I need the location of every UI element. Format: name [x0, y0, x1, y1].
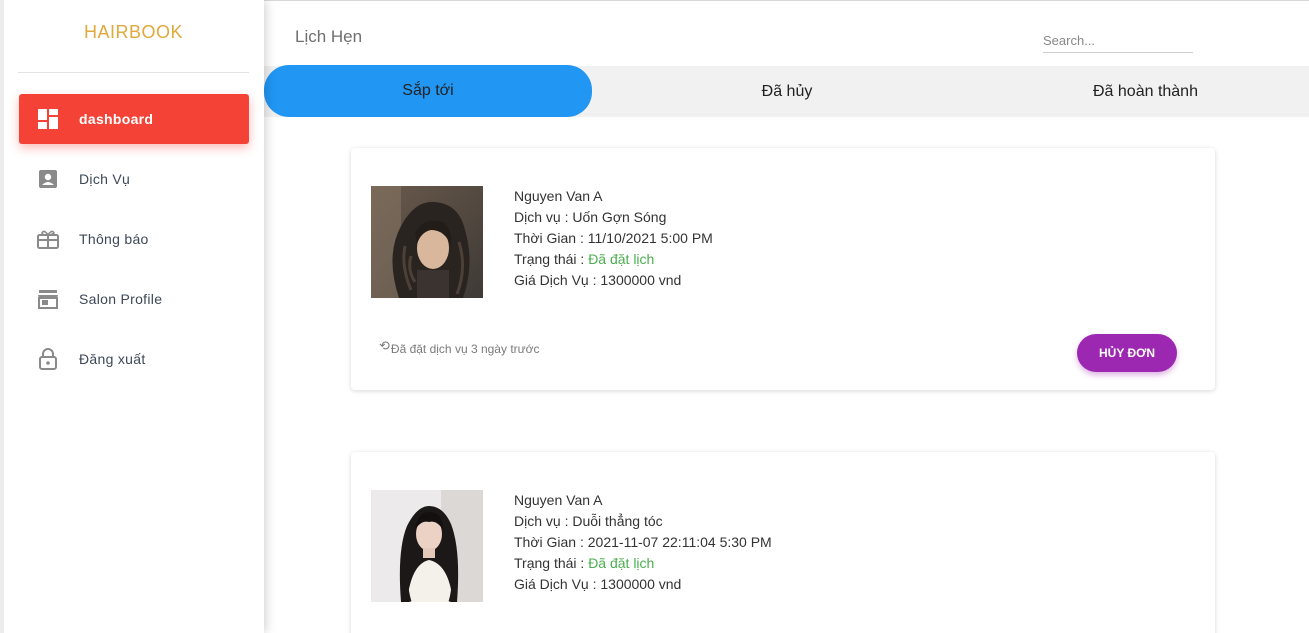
history-icon: ⟲: [379, 338, 390, 353]
cancel-appointment-button[interactable]: HỦY ĐƠN: [1077, 334, 1177, 372]
tab-cancelled[interactable]: Đã hủy: [592, 66, 982, 117]
price-line: Giá Dịch Vụ : 1300000 vnd: [514, 270, 713, 291]
sidebar-item-dashboard[interactable]: dashboard: [19, 94, 249, 144]
status-label: Trạng thái :: [514, 555, 589, 571]
time-label: Thời Gian :: [514, 230, 588, 246]
appointment-card: Nguyen Van A Dịch vụ : Duỗi thẳng tóc Th…: [351, 452, 1215, 633]
service-label: Dịch vụ :: [514, 513, 573, 529]
time-value: 2021-11-07 22:11:04 5:30 PM: [587, 534, 772, 550]
customer-name: Nguyen Van A: [514, 188, 603, 204]
gift-icon: [37, 228, 59, 250]
lock-icon: [37, 348, 59, 370]
appointment-card: Nguyen Van A Dịch vụ : Uốn Gợn Sóng Thời…: [351, 148, 1215, 390]
time-label: Thời Gian :: [514, 534, 588, 550]
search-input[interactable]: [1043, 29, 1193, 53]
appointment-details: Nguyen Van A Dịch vụ : Duỗi thẳng tóc Th…: [514, 490, 772, 595]
booked-time-ago: ⟲ Đã đặt dịch vụ 3 ngày trước: [379, 338, 540, 356]
brand-divider: [18, 72, 249, 73]
status-value: Đã đặt lịch: [588, 555, 655, 571]
hairstyle-photo: [371, 186, 483, 298]
sidebar: HAIRBOOK dashboard Dịch Vụ Thông báo Sal…: [0, 0, 264, 633]
service-line: Dịch vụ : Uốn Gợn Sóng: [514, 207, 713, 228]
sidebar-item-notifications[interactable]: Thông báo: [19, 214, 249, 264]
time-line: Thời Gian : 2021-11-07 22:11:04 5:30 PM: [514, 532, 772, 553]
sidebar-item-label: dashboard: [79, 111, 154, 127]
status-value: Đã đặt lịch: [588, 251, 655, 267]
price-line: Giá Dịch Vụ : 1300000 vnd: [514, 574, 772, 595]
store-icon: [37, 288, 59, 310]
service-label: Dịch vụ :: [514, 209, 573, 225]
price-label: Giá Dịch Vụ :: [514, 272, 601, 288]
price-label: Giá Dịch Vụ :: [514, 576, 601, 592]
brand-logo[interactable]: HAIRBOOK: [18, 22, 249, 43]
booked-ago-text: Đã đặt dịch vụ 3 ngày trước: [390, 342, 540, 356]
page-title: Lịch Hẹn: [295, 27, 363, 46]
sidebar-item-logout[interactable]: Đăng xuất: [19, 334, 249, 384]
sidebar-item-salon-profile[interactable]: Salon Profile: [19, 274, 249, 324]
time-value: 11/10/2021 5:00 PM: [587, 230, 713, 246]
customer-name: Nguyen Van A: [514, 492, 603, 508]
dashboard-icon: [37, 108, 59, 130]
status-line: Trạng thái : Đã đặt lịch: [514, 553, 772, 574]
hairstyle-photo: [371, 490, 483, 602]
appointment-details: Nguyen Van A Dịch vụ : Uốn Gợn Sóng Thời…: [514, 186, 713, 291]
time-line: Thời Gian : 11/10/2021 5:00 PM: [514, 228, 713, 249]
sidebar-item-label: Thông báo: [79, 231, 149, 247]
sidebar-edge: [0, 0, 4, 633]
service-value: Duỗi thẳng tóc: [572, 513, 663, 529]
price-value: 1300000 vnd: [600, 576, 682, 592]
price-value: 1300000 vnd: [600, 272, 682, 288]
status-label: Trạng thái :: [514, 251, 589, 267]
service-value: Uốn Gợn Sóng: [572, 209, 667, 225]
person-badge-icon: [37, 168, 59, 190]
sidebar-item-services[interactable]: Dịch Vụ: [19, 154, 249, 204]
service-line: Dịch vụ : Duỗi thẳng tóc: [514, 511, 772, 532]
status-line: Trạng thái : Đã đặt lịch: [514, 249, 713, 270]
sidebar-item-label: Dịch Vụ: [79, 171, 131, 187]
tab-upcoming[interactable]: Sắp tới: [264, 65, 592, 117]
sidebar-item-label: Salon Profile: [79, 291, 163, 307]
sidebar-item-label: Đăng xuất: [79, 351, 146, 367]
tab-completed[interactable]: Đã hoàn thành: [982, 66, 1309, 117]
